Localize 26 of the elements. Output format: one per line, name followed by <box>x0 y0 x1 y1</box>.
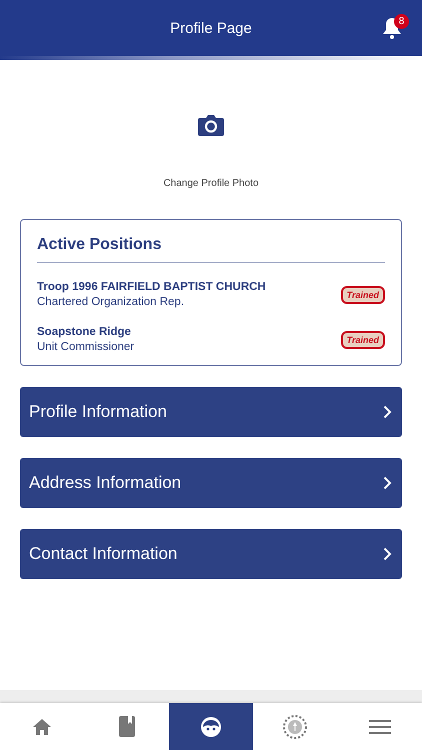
unit-name: Troop 1996 FAIRFIELD BAPTIST CHURCH <box>37 281 266 293</box>
chevron-icon <box>383 547 392 561</box>
nav-tab[interactable] <box>168 703 254 750</box>
nav-tab[interactable] <box>338 703 422 750</box>
trained-badge: Trained <box>340 286 385 304</box>
change-photo-link[interactable]: Change Profile Photo <box>163 178 259 189</box>
unit-name: Soapstone Ridge <box>37 326 132 338</box>
position-role: Chartered Organization Rep. <box>37 296 186 308</box>
menu-icon <box>368 720 391 734</box>
emblem-icon <box>282 714 308 740</box>
section-button[interactable]: Contact Information <box>20 529 402 579</box>
page-title: Profile Page <box>170 20 252 36</box>
notification-badge: 8 <box>394 14 409 29</box>
chevron-icon <box>383 405 392 419</box>
nav-tab[interactable] <box>84 703 169 750</box>
face-icon <box>200 716 222 738</box>
home-icon <box>32 718 52 736</box>
trained-badge: Trained <box>340 330 385 348</box>
position-role: Unit Commissioner <box>37 341 134 353</box>
nav-tab[interactable] <box>0 703 84 750</box>
camera-icon[interactable] <box>198 114 224 136</box>
section-button[interactable]: Profile Information <box>20 387 402 437</box>
card-title: Active Positions <box>37 236 385 263</box>
book-icon <box>118 716 135 737</box>
section-button[interactable]: Address Information <box>20 458 402 508</box>
chevron-icon <box>383 476 392 490</box>
